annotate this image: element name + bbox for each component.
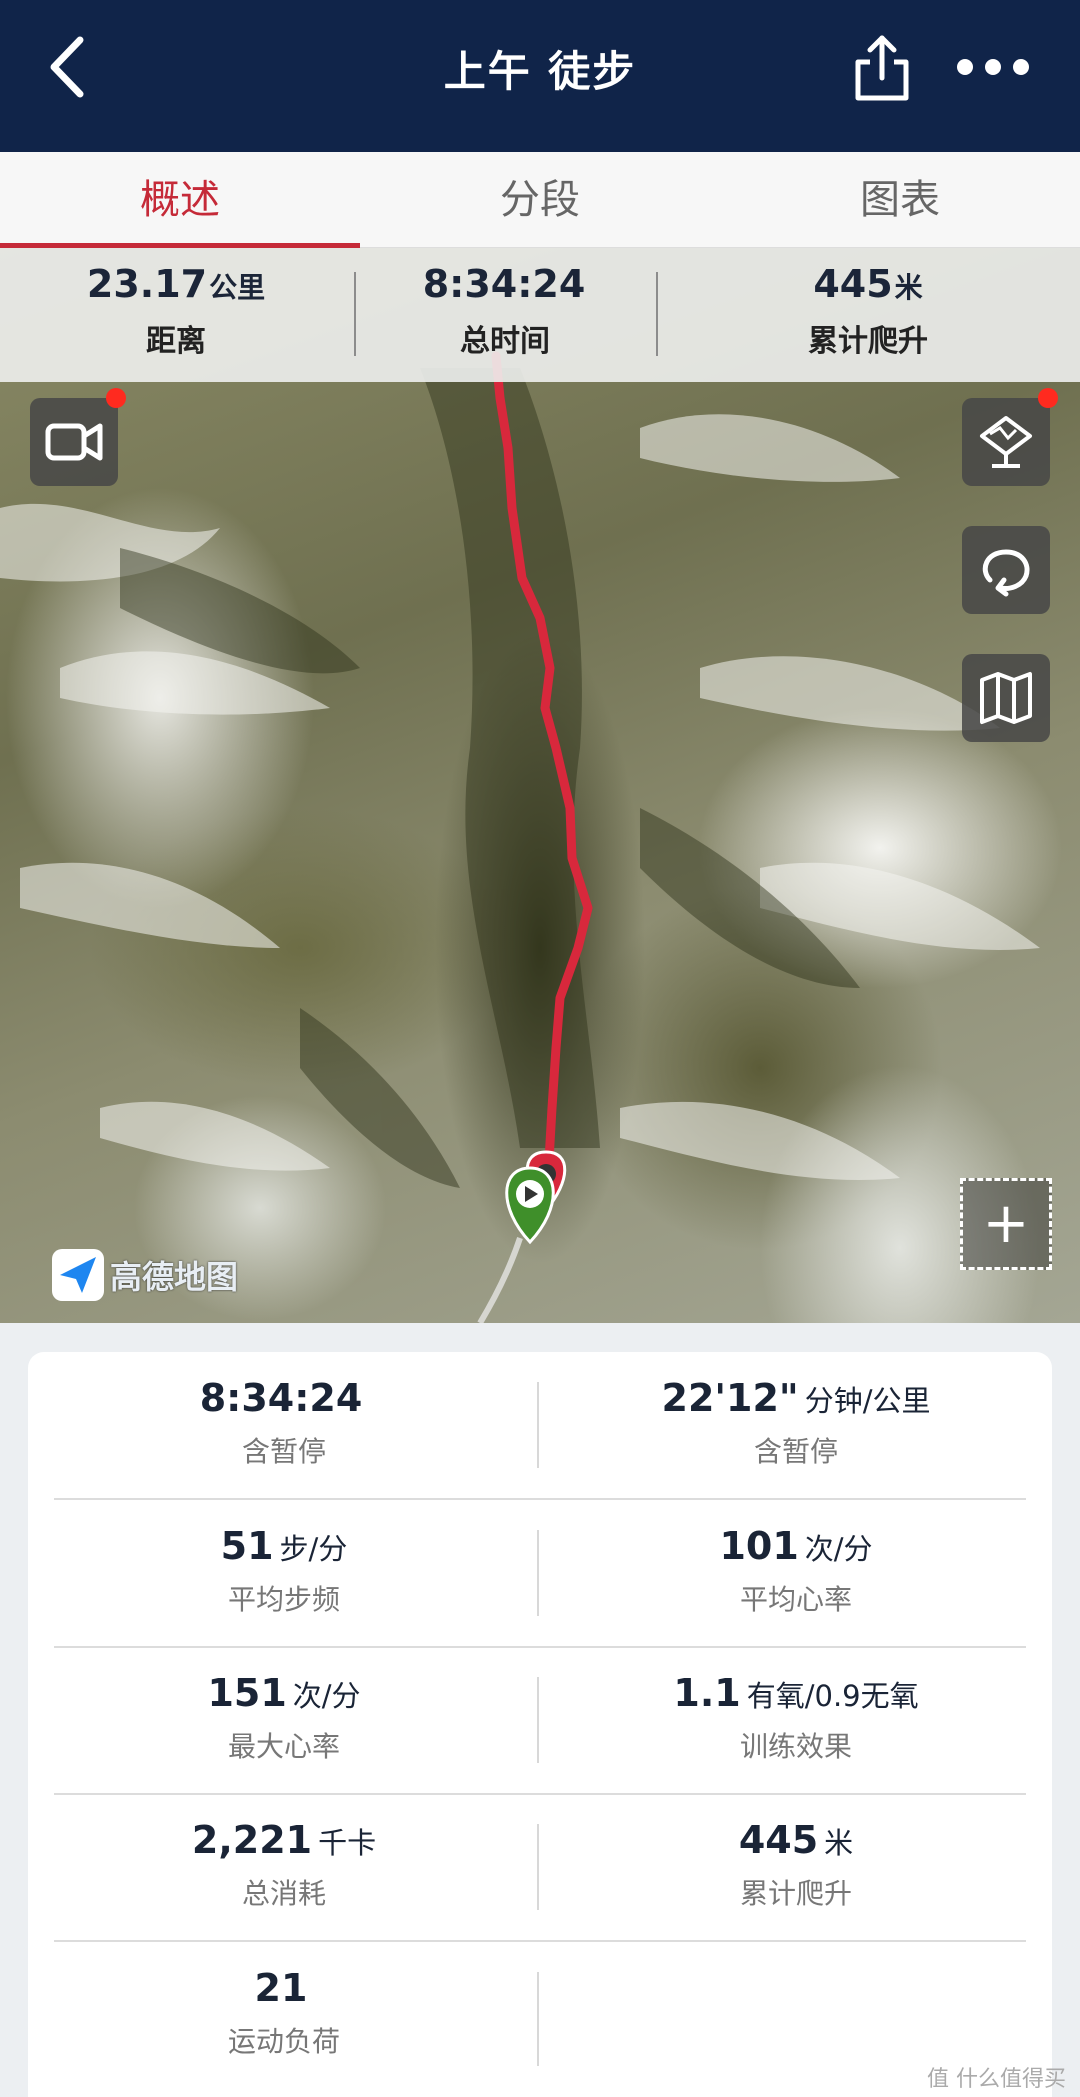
divider	[54, 1498, 1026, 1500]
replay-icon	[982, 549, 1030, 597]
stat-cadence: 51 步/分 平均步频	[28, 1524, 540, 1618]
time-value: 8:34:24	[422, 262, 586, 306]
tab-overview[interactable]: 概述	[0, 152, 360, 248]
stat-unit: 次/分	[292, 1679, 361, 1713]
terrain-3d-icon	[980, 416, 1032, 468]
share-button[interactable]	[850, 34, 914, 104]
map-provider-logo: 高德地图	[52, 1248, 238, 1302]
stat-label: 含暂停	[241, 1435, 326, 1468]
stat-label: 最大心率	[227, 1730, 340, 1763]
details-card: 8:34:24 含暂停 22'12" 分钟/公里 含暂停 51 步/分 平均步频 1…	[28, 1352, 1052, 2097]
tab-segments[interactable]: 分段	[360, 152, 720, 248]
more-button[interactable]	[955, 46, 1035, 88]
video-icon	[45, 423, 103, 461]
stat-unit: 千卡	[318, 1826, 377, 1860]
summary-distance: 23.17公里 距离	[26, 262, 326, 360]
top-bar: 上午 徒步	[0, 0, 1080, 152]
ascent-label: 累计爬升	[808, 324, 928, 359]
stat-value: 22'12"	[661, 1376, 799, 1420]
notification-dot	[106, 388, 126, 408]
stat-value: 151	[207, 1671, 287, 1715]
stat-label: 运动负荷	[227, 2025, 340, 2058]
distance-unit: 公里	[209, 271, 266, 304]
stat-value: 51	[220, 1524, 274, 1568]
stat-value: 1.1	[673, 1671, 741, 1715]
distance-value: 23.17	[86, 262, 208, 306]
stat-value: 101	[719, 1524, 799, 1568]
stat-unit: 分钟/公里	[804, 1384, 931, 1418]
stat-label: 训练效果	[739, 1730, 852, 1763]
start-pin-icon	[505, 1166, 555, 1245]
terrain-3d-button[interactable]	[962, 398, 1050, 486]
replay-button[interactable]	[962, 526, 1050, 614]
stat-unit: 米	[824, 1826, 854, 1860]
video-button[interactable]	[30, 398, 118, 486]
stat-unit: 次/分	[804, 1532, 873, 1566]
divider	[54, 1793, 1026, 1795]
stat-label: 平均心率	[739, 1583, 852, 1616]
zoom-in-button[interactable]: +	[960, 1178, 1052, 1270]
distance-label: 距离	[146, 324, 206, 359]
stat-training-effect: 1.1 有氧/0.9无氧 训练效果	[540, 1671, 1052, 1765]
map-layers-icon	[980, 672, 1032, 724]
stat-label: 含暂停	[753, 1435, 838, 1468]
stat-label: 累计爬升	[739, 1877, 852, 1910]
share-icon	[855, 35, 909, 101]
summary-time: 8:34:24 总时间	[355, 262, 655, 360]
stat-avg-heart-rate: 101 次/分 平均心率	[540, 1524, 1052, 1618]
stat-total-time: 8:34:24 含暂停	[28, 1376, 540, 1470]
ascent-unit: 米	[894, 271, 923, 304]
ascent-value: 445	[813, 262, 893, 306]
stat-ascent: 445 米 累计爬升	[540, 1818, 1052, 1912]
tab-charts[interactable]: 图表	[720, 152, 1080, 248]
map-layers-button[interactable]	[962, 654, 1050, 742]
stat-value: 8:34:24	[199, 1376, 363, 1420]
watermark: 值 什么值得买	[927, 2067, 1066, 2092]
map-provider-name: 高德地图	[110, 1258, 239, 1296]
page-title: 上午 徒步	[443, 47, 637, 96]
stat-label: 平均步频	[227, 1583, 340, 1616]
divider	[54, 1940, 1026, 1942]
stat-value: 2,221	[191, 1818, 313, 1862]
summary-ascent: 445米 累计爬升	[718, 262, 1018, 360]
stat-value: 21	[254, 1966, 308, 2010]
stat-unit: 步/分	[279, 1532, 348, 1566]
stat-label: 总消耗	[241, 1877, 326, 1910]
stat-unit: 有氧/0.9无氧	[746, 1679, 919, 1713]
tab-bar: 概述 分段 图表	[0, 152, 1080, 248]
stat-value: 445	[738, 1818, 819, 1862]
stat-training-load: 21 运动负荷	[28, 1966, 540, 2060]
more-dots-icon	[957, 59, 1029, 75]
satellite-terrain	[0, 351, 1040, 1323]
notification-dot	[1038, 388, 1058, 408]
route-map[interactable]	[0, 248, 1080, 1323]
stat-max-heart-rate: 151 次/分 最大心率	[28, 1671, 540, 1765]
amap-logo-icon	[52, 1249, 104, 1301]
stat-pace: 22'12" 分钟/公里 含暂停	[540, 1376, 1052, 1470]
stat-calories: 2,221 千卡 总消耗	[28, 1818, 540, 1912]
divider	[656, 272, 658, 356]
divider	[54, 1646, 1026, 1648]
time-label: 总时间	[460, 324, 550, 359]
